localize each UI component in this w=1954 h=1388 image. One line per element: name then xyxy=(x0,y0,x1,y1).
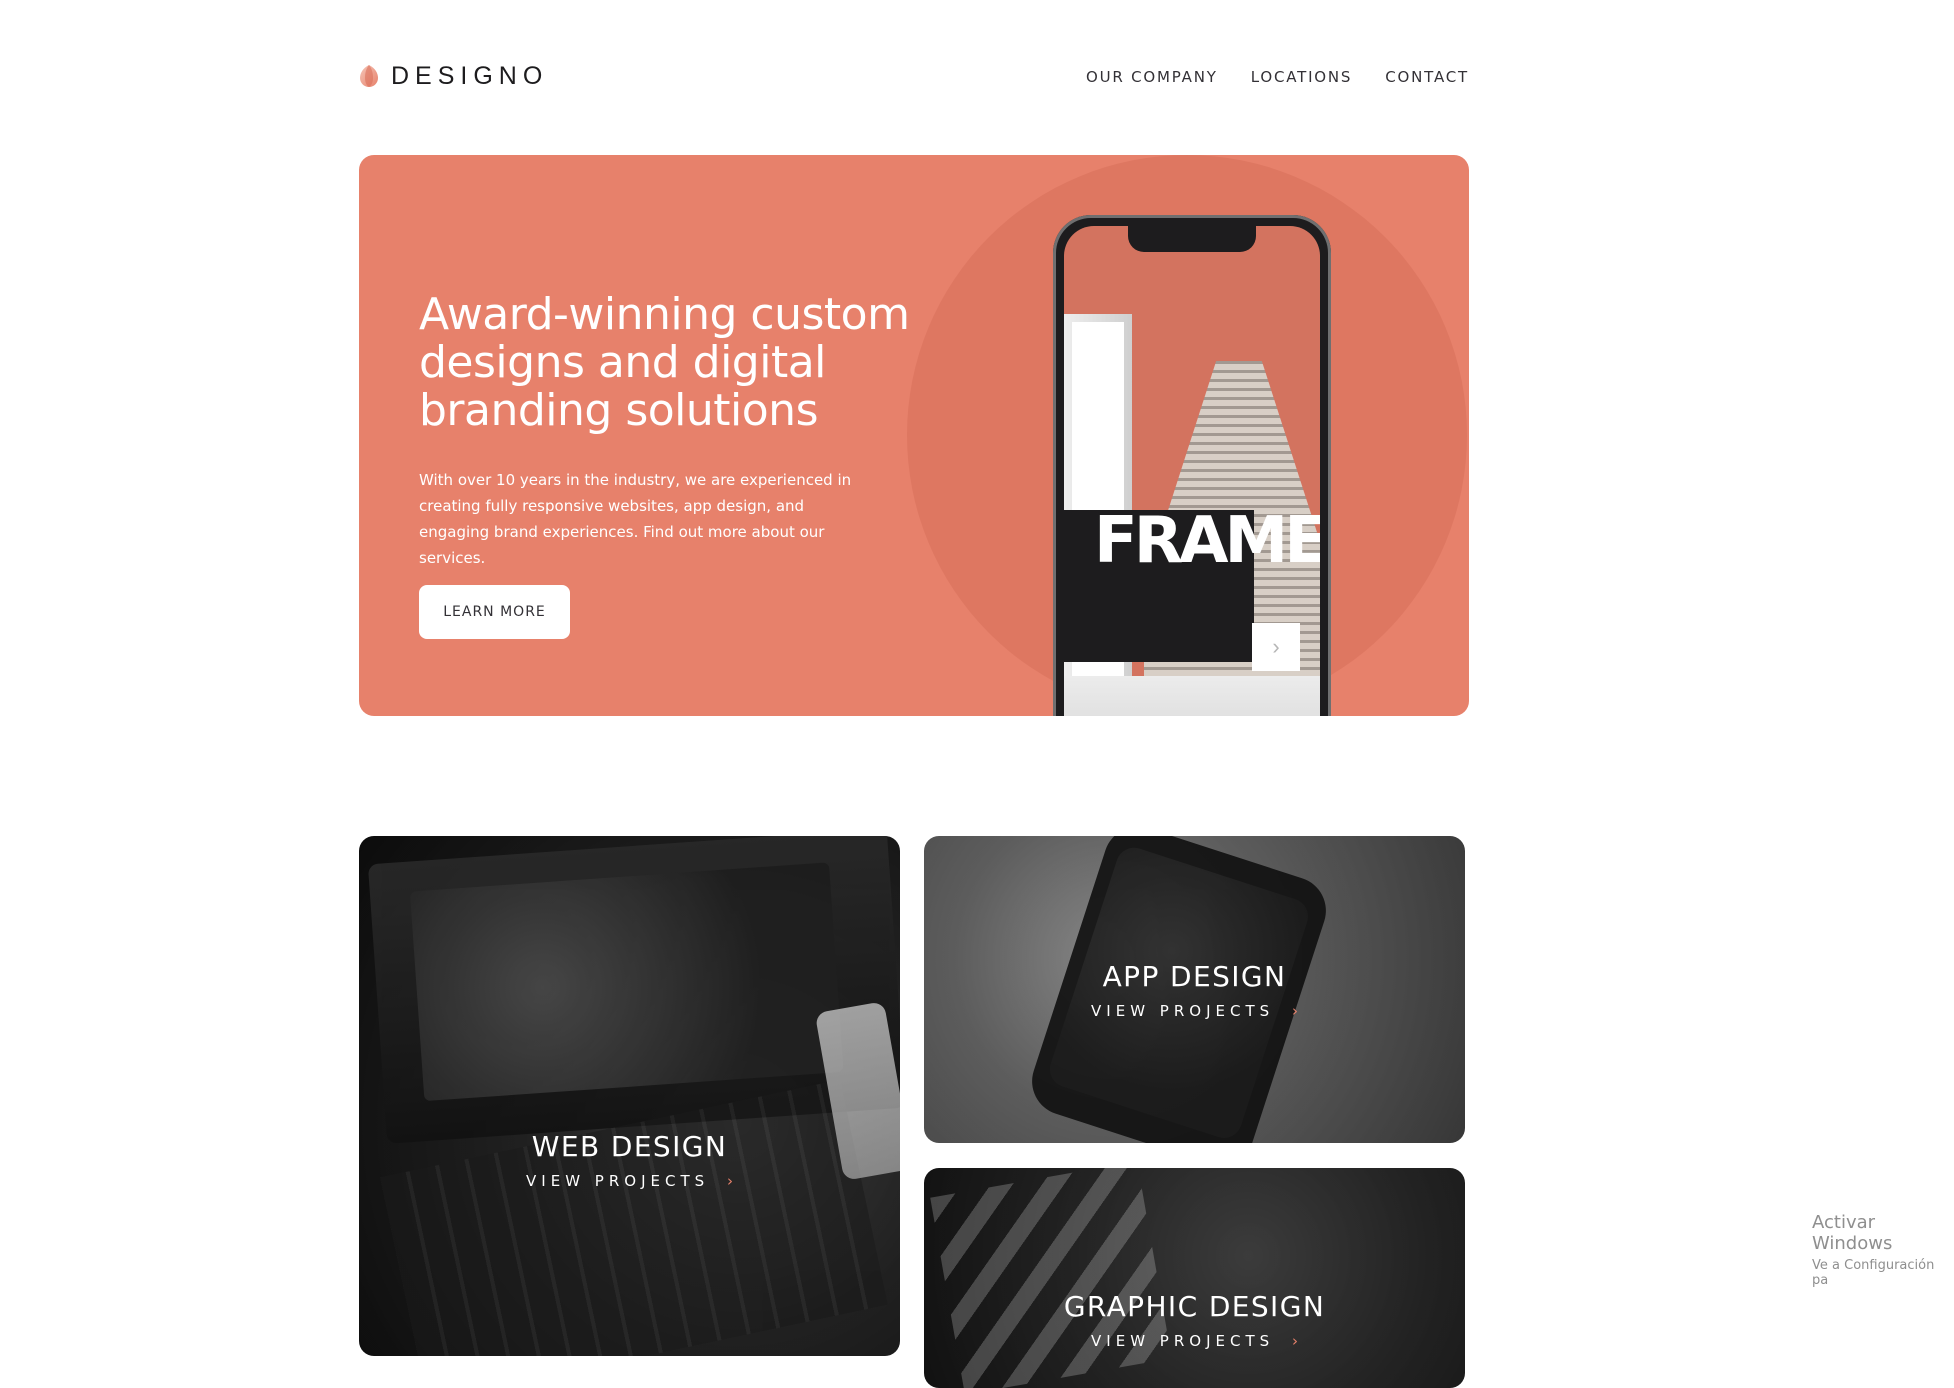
project-card-graphic-design[interactable]: GRAPHIC DESIGN VIEW PROJECTS › xyxy=(924,1168,1465,1388)
project-card-app-design[interactable]: APP DESIGN VIEW PROJECTS › xyxy=(924,836,1465,1143)
chevron-right-icon: › xyxy=(1291,1332,1298,1350)
watermark-title: Activar Windows xyxy=(1812,1212,1893,1254)
logo-text: DESIGNO xyxy=(391,61,549,90)
hero-section: Award-winning custom designs and digital… xyxy=(359,155,1469,716)
view-projects-link[interactable]: VIEW PROJECTS › xyxy=(924,1332,1465,1350)
view-projects-label: VIEW PROJECTS xyxy=(526,1172,710,1190)
chevron-right-icon: › xyxy=(1272,634,1280,659)
hero-phone-mockup: FRAME › xyxy=(1053,215,1331,716)
nav-link-contact[interactable]: CONTACT xyxy=(1385,68,1469,86)
view-projects-label: VIEW PROJECTS xyxy=(1091,1002,1275,1020)
phone-screen: FRAME › xyxy=(1064,226,1320,716)
page: DESIGNO OUR COMPANY LOCATIONS CONTACT Aw… xyxy=(0,0,1954,1388)
view-projects-link[interactable]: VIEW PROJECTS › xyxy=(359,1172,900,1190)
site-header: DESIGNO OUR COMPANY LOCATIONS CONTACT xyxy=(359,60,1469,92)
phone-table-surface xyxy=(1064,676,1320,716)
project-card-title: GRAPHIC DESIGN xyxy=(1063,1290,1326,1323)
watermark-subtitle: Ve a Configuración pa xyxy=(1812,1258,1935,1288)
main-nav: OUR COMPANY LOCATIONS CONTACT xyxy=(1086,68,1469,86)
project-card-web-design[interactable]: WEB DESIGN VIEW PROJECTS › xyxy=(359,836,900,1356)
windows-activation-watermark: Activar Windows Ve a Configuración pa xyxy=(1812,1212,1954,1288)
graphic-design-photo xyxy=(930,1168,1172,1388)
chevron-right-icon: › xyxy=(726,1172,733,1190)
logo-mark-icon xyxy=(360,65,378,87)
nav-link-our-company[interactable]: OUR COMPANY xyxy=(1086,68,1218,86)
chevron-right-icon: › xyxy=(1291,1002,1298,1020)
nav-link-locations[interactable]: LOCATIONS xyxy=(1251,68,1353,86)
laptop-screen xyxy=(409,862,844,1102)
learn-more-button[interactable]: LEARN MORE xyxy=(419,585,570,639)
hero-description: With over 10 years in the industry, we a… xyxy=(419,471,852,567)
view-projects-link[interactable]: VIEW PROJECTS › xyxy=(924,1002,1465,1020)
hero-title: Award-winning custom designs and digital… xyxy=(419,289,910,436)
view-projects-label: VIEW PROJECTS xyxy=(1091,1332,1275,1350)
project-card-title: WEB DESIGN xyxy=(531,1130,728,1163)
project-card-title: APP DESIGN xyxy=(1102,960,1287,993)
phone-brand-text: FRAME xyxy=(1094,504,1320,578)
phone-notch xyxy=(1128,226,1256,252)
logo[interactable]: DESIGNO xyxy=(359,60,548,92)
phone-next-button[interactable]: › xyxy=(1252,623,1300,671)
